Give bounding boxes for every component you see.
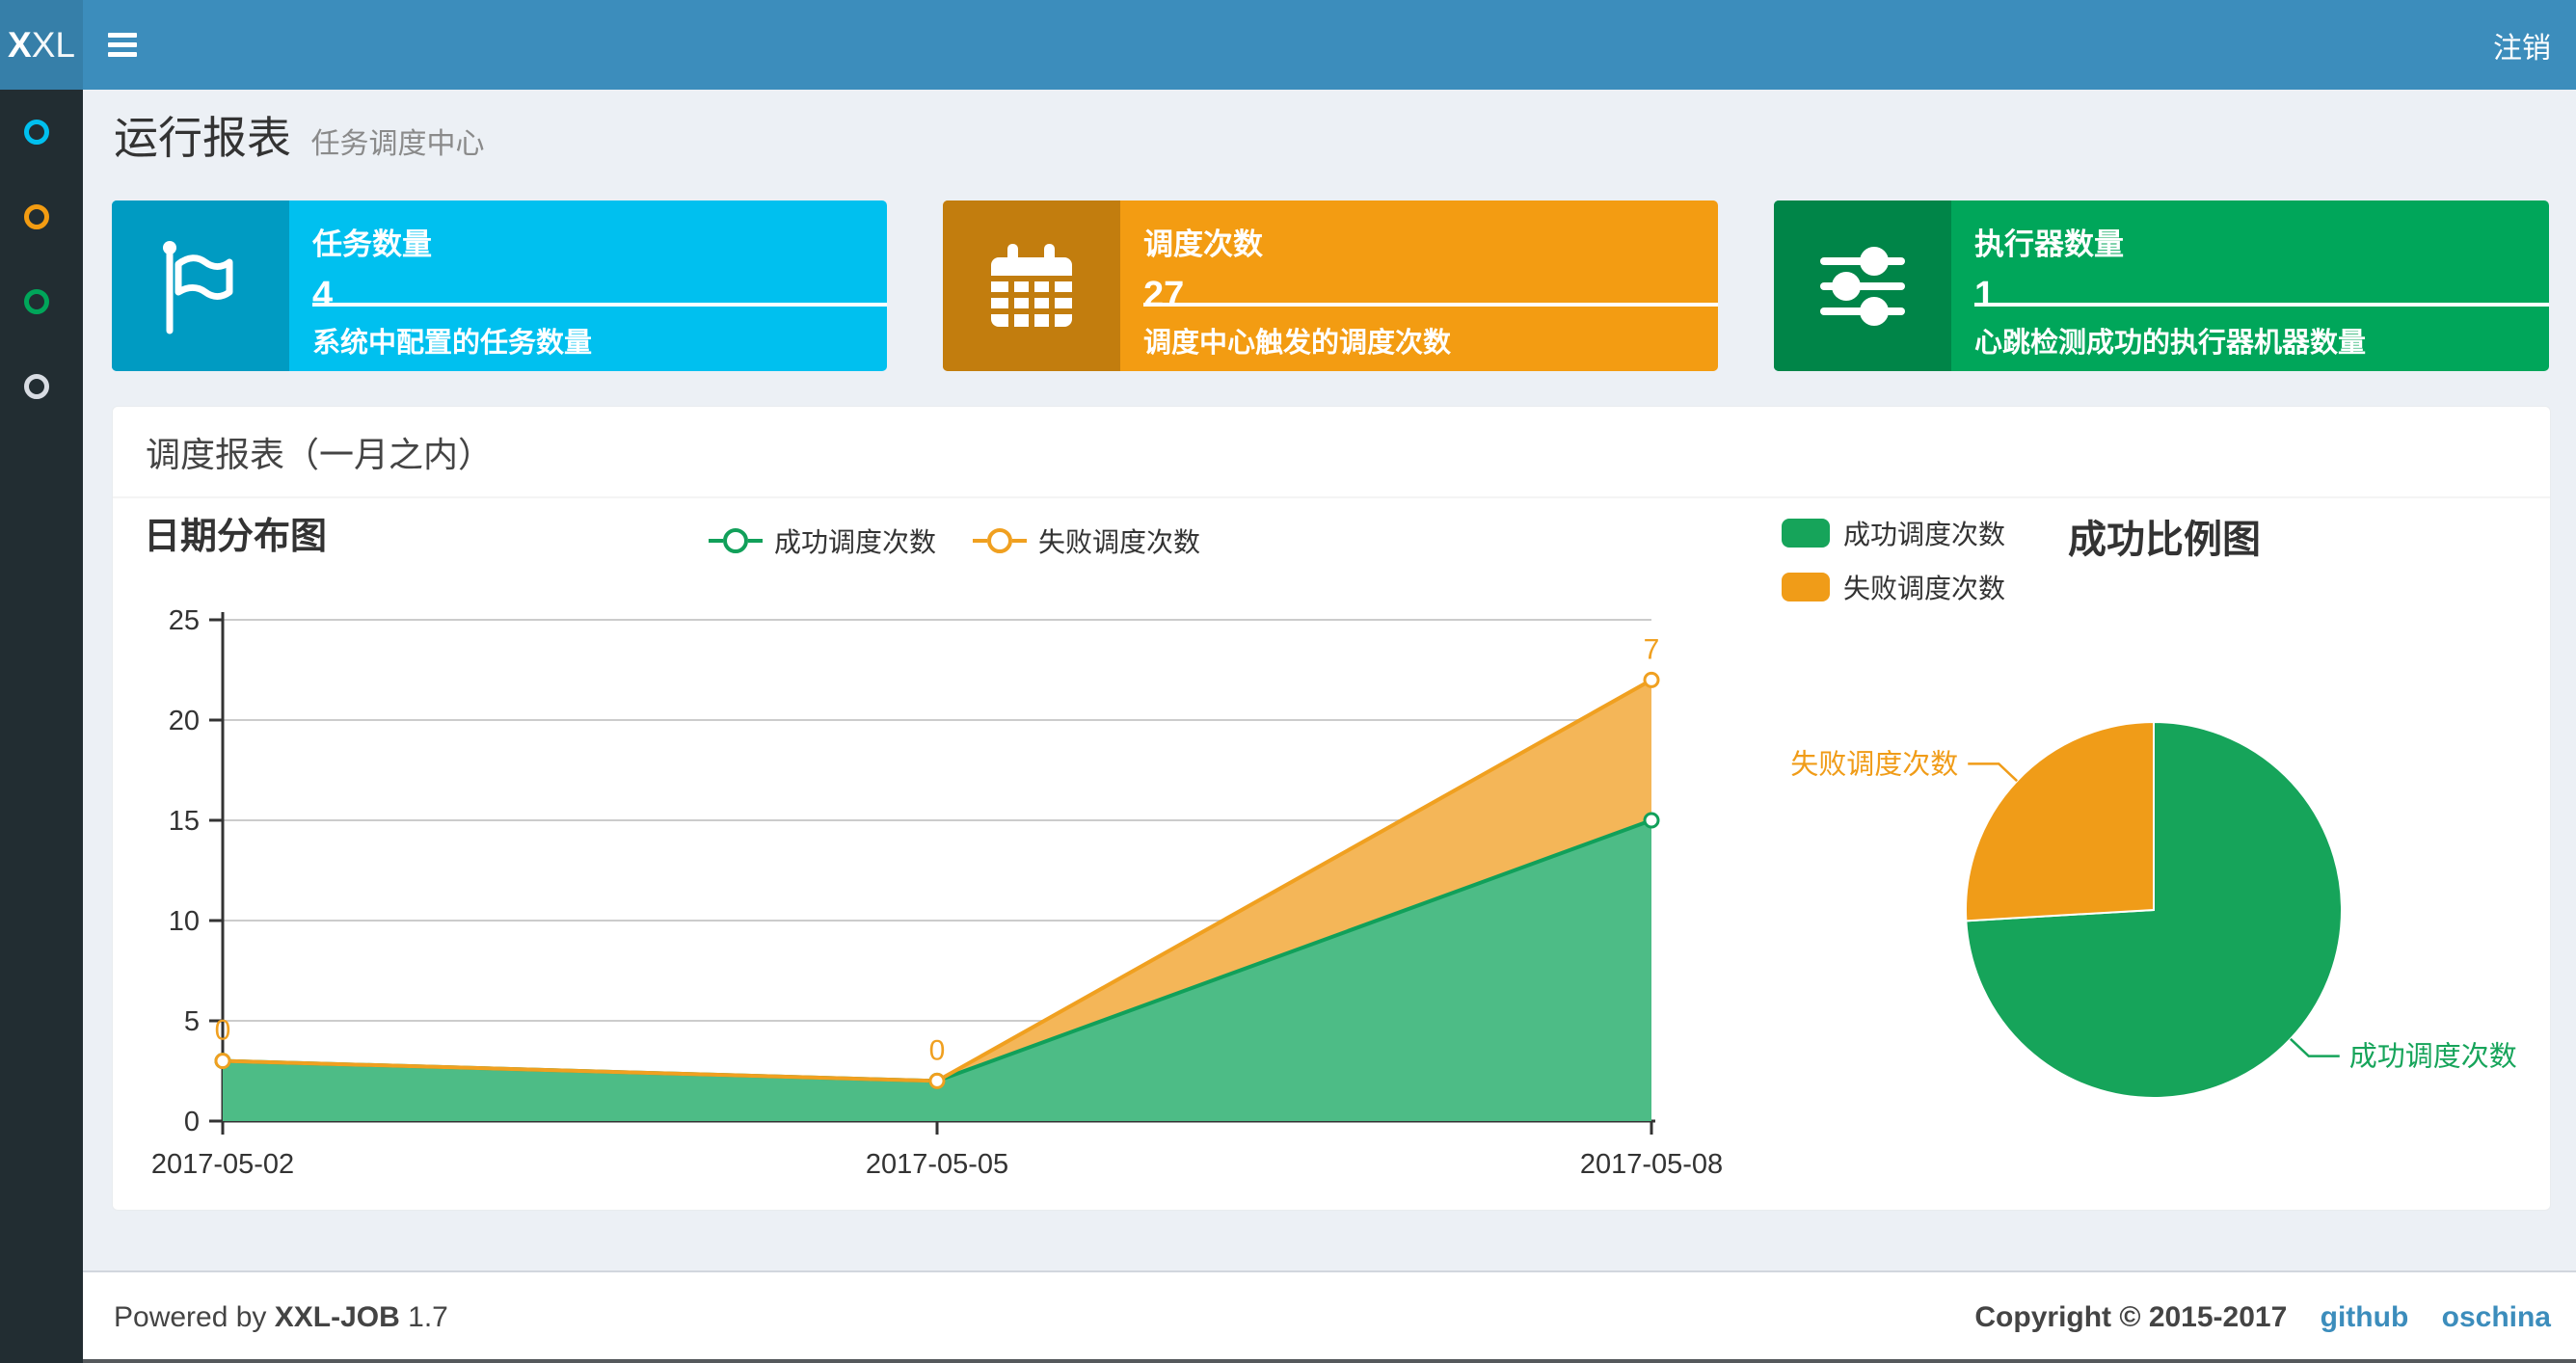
page-title: 运行报表	[114, 113, 291, 163]
line-series-icon	[973, 528, 1028, 553]
logo-text-light: XL	[31, 24, 75, 65]
sidebar-item-job-manage[interactable]	[0, 174, 83, 259]
github-link[interactable]: github	[2321, 1301, 2409, 1333]
hamburger-icon	[108, 33, 137, 38]
stat-box-trigger-count: 调度次数 27 调度中心触发的调度次数	[943, 200, 1718, 371]
sidebar	[0, 90, 83, 1363]
stat-value: 27	[1143, 275, 1185, 315]
svg-text:10: 10	[169, 906, 200, 937]
legend-label: 失败调度次数	[1038, 527, 1201, 557]
svg-text:2017-05-08: 2017-05-08	[1580, 1149, 1723, 1180]
stat-value: 1	[1974, 275, 1996, 315]
svg-text:2017-05-05: 2017-05-05	[866, 1149, 1008, 1180]
stat-box-executor-count: 执行器数量 1 心跳检测成功的执行器机器数量	[1774, 200, 2549, 371]
brand-name: XXL-JOB	[274, 1301, 400, 1333]
content-wrapper: 运行报表 任务调度中心 任务数量 4 系统中配置的任务数量 调度次数 27 调度…	[83, 90, 2576, 1269]
circle-o-icon	[24, 120, 49, 145]
powered-by-text: Powered by XXL-JOB 1.7	[114, 1301, 448, 1333]
legend-item-fail[interactable]: 失败调度次数	[973, 521, 1200, 560]
circle-o-icon	[24, 374, 49, 399]
legend-item-fail[interactable]: 失败调度次数	[1782, 568, 2005, 606]
stat-label: 任务数量	[312, 227, 432, 261]
footer: Powered by XXL-JOB 1.7 Copyright © 2015-…	[83, 1270, 2576, 1363]
line-chart-title: 日期分布图	[144, 517, 328, 557]
swatch-icon	[1782, 573, 1830, 601]
version-text: 1.7	[408, 1301, 448, 1333]
line-chart-legend: 成功调度次数 失败调度次数	[709, 521, 1200, 560]
svg-text:5: 5	[184, 1006, 200, 1037]
panel-title: 调度报表（一月之内）	[113, 407, 2550, 498]
swatch-icon	[1782, 519, 1830, 548]
legend-label: 失败调度次数	[1843, 574, 2006, 603]
sidebar-item-log-manage[interactable]	[0, 259, 83, 344]
stat-box-row: 任务数量 4 系统中配置的任务数量 调度次数 27 调度中心触发的调度次数 执行…	[112, 200, 2549, 371]
logout-button[interactable]: 注销	[2493, 0, 2551, 90]
svg-text:0: 0	[184, 1107, 200, 1137]
pie-chart-title: 成功比例图	[2068, 519, 2261, 561]
svg-text:0: 0	[215, 1015, 231, 1047]
sliders-icon	[1774, 200, 1951, 371]
svg-text:15: 15	[169, 806, 200, 837]
stat-label: 执行器数量	[1974, 227, 2124, 261]
panel-body: 0 5 10 15 20 25 2017-05-02 2017-05-05 2017-05-08…	[113, 498, 2550, 1210]
calendar-icon	[943, 200, 1120, 371]
page-header: 运行报表 任务调度中心	[114, 103, 484, 167]
copyright-text: Copyright © 2015-2017	[1974, 1301, 2288, 1333]
app-logo[interactable]: X XL	[0, 0, 83, 90]
svg-text:失败调度次数: 失败调度次数	[1790, 748, 1958, 780]
svg-text:2017-05-02: 2017-05-02	[151, 1149, 294, 1180]
svg-text:20: 20	[169, 706, 200, 736]
sidebar-item-run-report[interactable]	[0, 90, 83, 174]
line-series-icon	[709, 528, 763, 553]
stat-divider	[312, 303, 887, 307]
svg-text:成功调度次数: 成功调度次数	[2349, 1041, 2517, 1073]
oschina-link[interactable]: oschina	[2442, 1301, 2551, 1333]
legend-item-success[interactable]: 成功调度次数	[1782, 514, 2005, 552]
page-subtitle: 任务调度中心	[310, 128, 485, 160]
stat-description: 系统中配置的任务数量	[312, 328, 593, 359]
stat-box-job-count: 任务数量 4 系统中配置的任务数量	[112, 200, 887, 371]
window-bottom-edge	[83, 1359, 2576, 1363]
charts-canvas: 05101520252017-05-02 2017-05-05 2017-05-08…	[151, 605, 2517, 1180]
stat-description: 调度中心触发的调度次数	[1143, 328, 1452, 359]
pie-chart-legend: 成功调度次数 失败调度次数	[1782, 514, 2005, 622]
svg-text:25: 25	[169, 605, 200, 636]
legend-label: 成功调度次数	[1843, 520, 2006, 549]
stat-divider	[1143, 303, 1718, 307]
sidebar-toggle-button[interactable]	[108, 0, 137, 90]
stat-description: 心跳检测成功的执行器机器数量	[1974, 328, 2367, 359]
stat-divider	[1974, 303, 2549, 307]
circle-o-icon	[24, 204, 49, 229]
flag-icon	[112, 200, 289, 371]
circle-o-icon	[24, 289, 49, 314]
svg-text:7: 7	[1644, 633, 1660, 665]
stat-label: 调度次数	[1143, 227, 1263, 261]
top-navbar: X XL 注销	[0, 0, 2576, 90]
sidebar-item-executor-manage[interactable]	[0, 344, 83, 429]
schedule-report-panel: 调度报表（一月之内） 0 5 10 15 20 25 2017-05-02 2017-05-0…	[112, 406, 2551, 1211]
legend-label: 成功调度次数	[774, 527, 937, 557]
legend-item-success[interactable]: 成功调度次数	[709, 521, 936, 560]
stat-value: 4	[312, 275, 334, 315]
svg-text:0: 0	[929, 1034, 946, 1066]
logo-text-bold: X	[8, 24, 32, 65]
